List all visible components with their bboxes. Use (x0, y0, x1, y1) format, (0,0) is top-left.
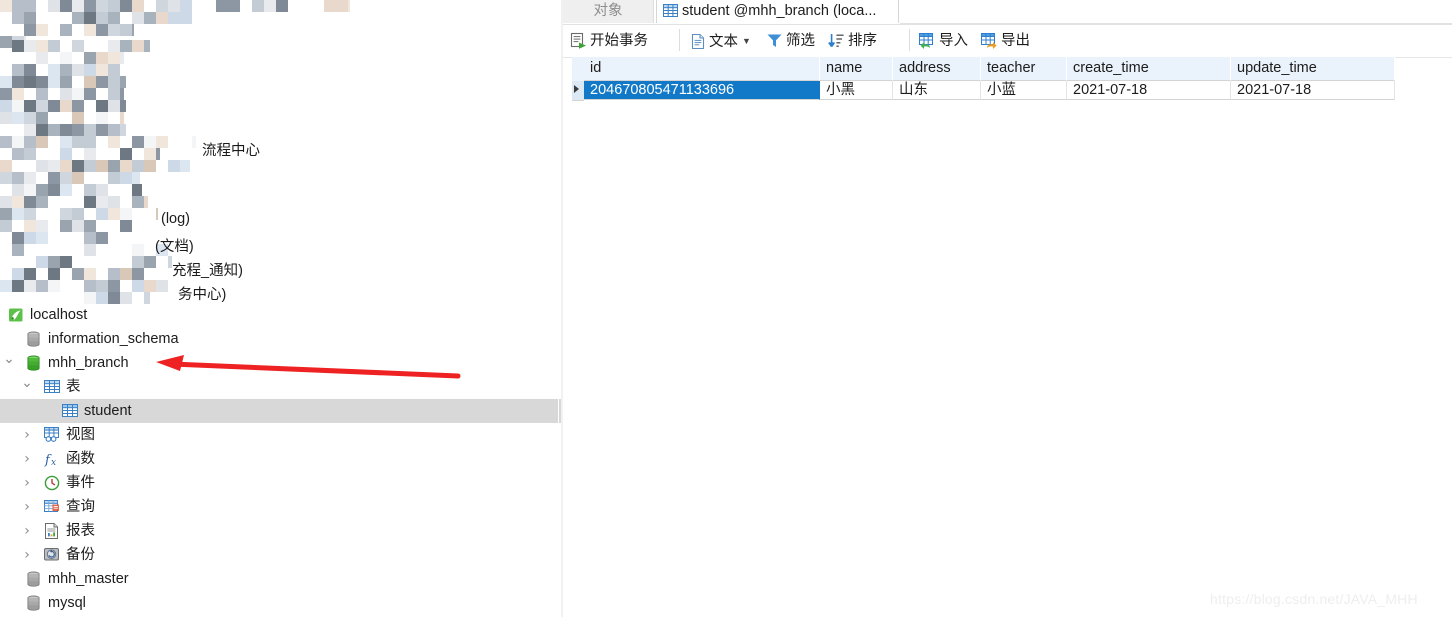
chevron-down-icon[interactable]: ▼ (742, 27, 751, 55)
tree-node-label: 查询 (66, 499, 95, 515)
censored-label: 充程_通知) (172, 263, 243, 279)
cell-teacher[interactable]: 小蓝 (981, 81, 1067, 100)
tree-node-item[interactable]: 备份 (0, 543, 561, 567)
tree-node-item[interactable]: 视图 (0, 423, 561, 447)
tree-node-label: 备份 (66, 547, 95, 563)
annotation-arrow-icon (156, 355, 461, 379)
tree-node-mysql[interactable]: mysql (0, 591, 561, 615)
row-header-cell[interactable] (572, 81, 584, 101)
content-pane: 对象 student @mhh_branch (loca... 开始事务 文本 … (563, 0, 1452, 617)
column-header-id[interactable]: id (584, 57, 820, 81)
begin-transaction-label: 开始事务 (590, 33, 648, 49)
transaction-icon (570, 32, 587, 49)
censored-label: (log) (161, 211, 191, 227)
tree-node-student[interactable]: student (0, 399, 561, 423)
export-icon (981, 33, 998, 49)
tree-node-label: mhh_branch (48, 355, 129, 371)
tree-node-label: 事件 (66, 475, 95, 491)
filter-icon (766, 32, 783, 49)
chevron-right-icon[interactable] (20, 471, 34, 495)
cell-id[interactable]: 204670805471133696 (584, 81, 820, 100)
watermark: https://blog.csdn.net/JAVA_MHH (1210, 591, 1418, 607)
tree-node-label: 函数 (66, 451, 95, 467)
tree-node-label: 表 (66, 379, 81, 395)
tab-strip: 对象 student @mhh_branch (loca... (563, 0, 1452, 25)
text-button-label: 文本 (709, 34, 738, 50)
data-grid[interactable]: id name address teacher create_time update_ti… (572, 57, 1395, 101)
cell-address[interactable]: 山东 (893, 81, 981, 100)
filter-button[interactable]: 筛选 (766, 27, 815, 55)
tab-student-table[interactable]: student @mhh_branch (loca... (656, 0, 899, 23)
chevron-right-icon[interactable] (20, 519, 34, 543)
chevron-right-icon[interactable] (20, 423, 34, 447)
tree-node-label: 视图 (66, 427, 95, 443)
object-sidebar: 流程中心 (log) (文档) 充程_通知) 务中心) localhost informa… (0, 0, 561, 617)
import-button[interactable]: 导入 (919, 27, 968, 55)
tree-node-label: localhost (30, 307, 88, 323)
tree-node-information_schema[interactable]: information_schema (0, 327, 561, 351)
censored-label: 流程中心 (202, 143, 260, 159)
column-header-teacher[interactable]: teacher (981, 57, 1067, 81)
chevron-right-icon[interactable] (20, 447, 34, 471)
censored-label: 务中心) (178, 287, 227, 303)
chevron-right-icon[interactable] (20, 495, 34, 519)
tree-node-label: 报表 (66, 523, 95, 539)
filter-button-label: 筛选 (786, 33, 815, 49)
navicat-window: 流程中心 (log) (文档) 充程_通知) 务中心) localhost informa… (0, 0, 1452, 617)
import-icon (919, 33, 936, 49)
sort-button-label: 排序 (848, 33, 877, 49)
tree-node-label: student (84, 403, 132, 419)
cell-create_time[interactable]: 2021-07-18 (1067, 81, 1231, 100)
current-row-marker-icon (574, 85, 579, 93)
sidebar-inner-edge (558, 0, 559, 617)
table-icon (663, 3, 678, 18)
cell-update_time[interactable]: 2021-07-18 (1231, 81, 1395, 100)
censored-label: (文档) (155, 239, 194, 255)
sort-icon (828, 32, 845, 49)
toolbar-separator-2 (909, 29, 910, 51)
tree-node-label: mhh_master (48, 571, 129, 587)
column-header-update_time[interactable]: update_time (1231, 57, 1395, 81)
import-button-label: 导入 (939, 33, 968, 49)
svg-text:x: x (51, 458, 56, 467)
database-tree[interactable]: localhost information_schema mhh_branch 表st… (0, 303, 561, 615)
tab-student-label: student @mhh_branch (loca... (682, 3, 877, 19)
database-gray-icon (26, 595, 44, 617)
toolbar-separator-1 (679, 29, 680, 51)
chevron-down-icon[interactable] (20, 375, 34, 399)
tab-objects-label: 对象 (593, 3, 623, 19)
column-header-create_time[interactable]: create_time (1067, 57, 1231, 81)
text-button[interactable]: 文本 ▼ (690, 27, 751, 55)
tree-node-item[interactable]: 报表 (0, 519, 561, 543)
tab-objects[interactable]: 对象 (563, 0, 654, 23)
cell-name[interactable]: 小黑 (820, 81, 893, 100)
tree-node-item[interactable]: fx函数 (0, 447, 561, 471)
export-button[interactable]: 导出 (981, 27, 1030, 55)
tree-node-mhh_master[interactable]: mhh_master (0, 567, 561, 591)
grid-toolbar: 开始事务 文本 ▼ 筛选 排序 导入 导出 (563, 25, 1452, 58)
tree-node-item[interactable]: 事件 (0, 471, 561, 495)
sort-button[interactable]: 排序 (828, 27, 877, 55)
chevron-down-icon[interactable] (2, 351, 16, 375)
tab-strip-filler (900, 0, 1452, 24)
tree-node-item[interactable]: 查询 (0, 495, 561, 519)
column-header-address[interactable]: address (893, 57, 981, 81)
chevron-right-icon[interactable] (20, 543, 34, 567)
column-header-name[interactable]: name (820, 57, 893, 81)
export-button-label: 导出 (1001, 33, 1030, 49)
tree-node-label: mysql (48, 595, 86, 611)
document-icon (690, 33, 706, 50)
tree-node-label: information_schema (48, 331, 179, 347)
begin-transaction-button[interactable]: 开始事务 (570, 27, 648, 55)
tree-node-localhost[interactable]: localhost (0, 303, 561, 327)
